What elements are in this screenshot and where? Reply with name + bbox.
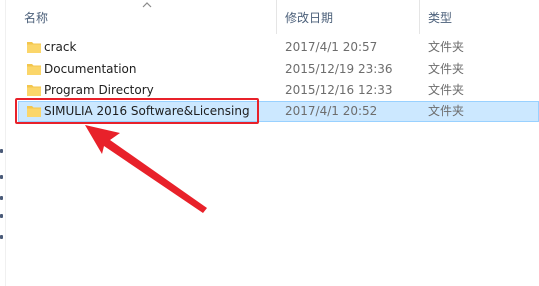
file-type: 文件夹 <box>428 104 465 118</box>
list-item[interactable]: Documentation 2015/12/19 23:36 文件夹 <box>18 59 539 80</box>
file-name: Documentation <box>44 62 137 76</box>
list-item[interactable]: crack 2017/4/1 20:57 文件夹 <box>18 37 539 58</box>
file-modified: 2015/12/19 23:36 <box>285 62 393 76</box>
navigation-pane-edge <box>0 0 6 286</box>
nav-marker <box>0 175 3 179</box>
folder-icon <box>27 64 41 75</box>
file-modified: 2017/4/1 20:52 <box>285 104 378 118</box>
file-modified: 2017/4/1 20:57 <box>285 40 378 54</box>
file-type: 文件夹 <box>428 83 465 97</box>
red-highlight-box <box>15 98 259 124</box>
column-header-modified[interactable]: 修改日期 <box>285 0 333 34</box>
file-type: 文件夹 <box>428 40 465 54</box>
column-divider[interactable] <box>276 0 277 34</box>
column-header-bar: 名称 修改日期 类型 <box>0 0 539 34</box>
file-explorer-window: 名称 修改日期 类型 crack 2017/4/1 20:57 文件夹 Docu… <box>0 0 539 286</box>
sort-ascending-icon <box>142 2 152 8</box>
nav-marker <box>0 214 3 218</box>
file-type: 文件夹 <box>428 62 465 76</box>
file-modified: 2015/12/16 12:33 <box>285 83 393 97</box>
column-divider[interactable] <box>419 0 420 34</box>
file-name: crack <box>44 40 77 54</box>
column-header-type[interactable]: 类型 <box>428 0 452 34</box>
nav-marker <box>0 149 3 153</box>
folder-icon <box>27 85 41 96</box>
column-header-name[interactable]: 名称 <box>24 0 48 34</box>
nav-marker <box>0 235 3 239</box>
folder-icon <box>27 42 41 53</box>
nav-marker <box>0 196 3 200</box>
